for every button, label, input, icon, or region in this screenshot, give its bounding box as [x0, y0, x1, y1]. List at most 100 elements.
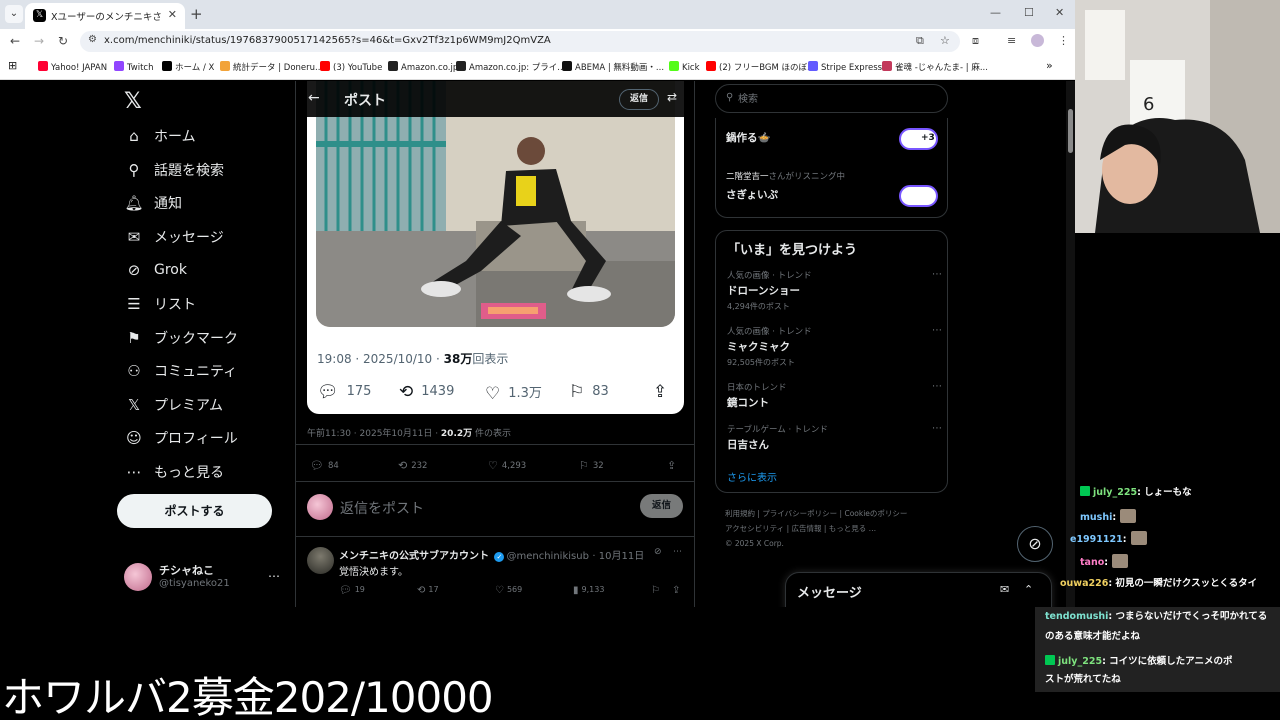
bookmark-item[interactable]: Yahoo! JAPAN: [38, 61, 107, 73]
account-avatar[interactable]: [124, 563, 152, 591]
profile-avatar-icon[interactable]: [1031, 34, 1044, 47]
window-close-button[interactable]: ✕: [1055, 6, 1064, 19]
bookmark-item[interactable]: (3) YouTube: [320, 61, 382, 73]
card-like-button[interactable]: ♡ 1.3万: [485, 382, 542, 404]
address-bar[interactable]: ⚙ x.com/menchiniki/status/19768379005171…: [80, 31, 960, 52]
post-button[interactable]: ポストする: [117, 494, 272, 528]
nav-item-premium[interactable]: 𝕏 プレミアム: [124, 390, 223, 420]
x-logo-icon[interactable]: 𝕏: [124, 89, 142, 114]
back-button[interactable]: ←: [10, 34, 20, 48]
active-tab[interactable]: 𝕏 Xユーザーのメンチニキさん:「まって ✕: [25, 3, 185, 29]
account-name[interactable]: チシャねこ: [159, 562, 214, 578]
chat-username[interactable]: tano: [1080, 557, 1104, 568]
tab-close-icon[interactable]: ✕: [168, 8, 177, 21]
reply-views-button[interactable]: ▮ 9,133: [573, 585, 604, 596]
nav-item-explore[interactable]: ⚲ 話題を検索: [124, 155, 225, 185]
footer-link[interactable]: プライバシーポリシー: [762, 509, 837, 518]
nav-item-home[interactable]: ⌂ ホーム: [124, 121, 195, 151]
space-listeners-avatars[interactable]: +3: [899, 128, 938, 150]
reply-count-button[interactable]: 💬︎ 84: [310, 459, 339, 472]
share-button[interactable]: ⇪: [667, 459, 680, 472]
nav-item-profile[interactable]: ☺ プロフィール: [124, 423, 238, 453]
footer-link[interactable]: 広告情報: [791, 524, 821, 533]
new-tab-button[interactable]: +: [190, 5, 203, 23]
messages-drawer[interactable]: メッセージ ✉ ⌃: [785, 572, 1052, 607]
new-message-icon[interactable]: ✉: [1000, 583, 1009, 596]
chat-username[interactable]: july_225: [1058, 656, 1102, 667]
nav-item-more[interactable]: ⋯ もっと見る: [124, 457, 225, 487]
card-share-button[interactable]: ⇪: [653, 382, 675, 402]
nav-item-messages[interactable]: ✉ メッセージ: [124, 222, 224, 252]
bookmark-item[interactable]: Twitch: [114, 61, 154, 73]
reply-repost-button[interactable]: ⟲ 17: [417, 585, 439, 596]
site-info-icon[interactable]: ⚙: [88, 34, 97, 45]
extensions-icon[interactable]: ⧈: [972, 34, 979, 48]
media-icon[interactable]: ≡: [1007, 34, 1016, 47]
reply-author-avatar[interactable]: [307, 547, 334, 574]
footer-link[interactable]: もっと見る …: [829, 524, 876, 533]
back-arrow-icon[interactable]: ←: [308, 90, 320, 106]
trend-item[interactable]: 人気の画像 · トレンド ドローンショー 4,294件のポスト ⋯: [727, 269, 942, 312]
bookmark-item[interactable]: 雀魂 -じゃんたま- | 麻...: [882, 61, 988, 73]
like-count-button[interactable]: ♡ 4,293: [488, 459, 526, 472]
reply-submit-button[interactable]: 返信: [640, 494, 683, 518]
install-app-icon[interactable]: ⧉: [916, 34, 924, 48]
bookmark-item[interactable]: Stripe Express: [808, 61, 882, 73]
forward-button[interactable]: →: [34, 34, 44, 48]
bookmark-item[interactable]: ABEMA | 無料動画・...: [562, 61, 664, 73]
reply-bookmark-button[interactable]: ⚐: [651, 585, 663, 596]
header-reply-button[interactable]: 返信: [619, 89, 659, 110]
quoted-post-card[interactable]: 19:08 · 2025/10/10 · 38万回表示 💬︎ 175 ⟲ 1439 …: [307, 81, 684, 414]
chat-username[interactable]: e1991121: [1070, 534, 1123, 545]
filter-icon[interactable]: ⇄: [667, 90, 677, 104]
apps-grid-icon[interactable]: ⊞: [8, 59, 17, 72]
bookmark-item[interactable]: 統計データ | Doneru...: [220, 61, 323, 73]
footer-link[interactable]: Cookieのポリシー: [844, 509, 907, 518]
bookmark-item[interactable]: Amazon.co.jp: [388, 61, 458, 73]
card-reply-button[interactable]: 💬︎ 175: [317, 382, 371, 402]
bookmark-item[interactable]: ホーム / X: [162, 61, 214, 73]
trend-more-icon[interactable]: ⋯: [932, 269, 942, 280]
trend-item[interactable]: 人気の画像 · トレンド ミャクミャク 92,505件のポスト ⋯: [727, 325, 942, 368]
bookmark-item[interactable]: (2) フリーBGM ほのぼ...: [706, 61, 815, 73]
more-bookmarks-icon[interactable]: »: [1046, 59, 1053, 72]
reply-compose-input[interactable]: 返信をポスト: [340, 498, 424, 518]
nav-item-notifications[interactable]: 🔔︎ 通知: [124, 188, 182, 218]
post-photo[interactable]: [316, 81, 675, 327]
nav-item-grok[interactable]: ⊘ Grok: [124, 255, 187, 285]
reply-like-button[interactable]: ♡ 569: [495, 585, 522, 596]
search-box[interactable]: ⚲: [715, 84, 948, 113]
trend-item[interactable]: 日本のトレンド 鏡コント ⋯: [727, 381, 942, 413]
browser-menu-icon[interactable]: ⋮: [1058, 34, 1069, 47]
show-more-link[interactable]: さらに表示: [727, 469, 777, 484]
footer-link[interactable]: 利用規約: [725, 509, 755, 518]
reply-more-icon[interactable]: ⋯: [673, 547, 682, 557]
footer-link[interactable]: © 2025 X Corp.: [725, 539, 784, 548]
bookmark-count-button[interactable]: ⚐ 32: [579, 459, 604, 472]
space-listeners-avatars[interactable]: [899, 185, 938, 207]
trend-more-icon[interactable]: ⋯: [932, 381, 942, 392]
space-title[interactable]: さぎょいぷ: [726, 187, 778, 202]
trend-more-icon[interactable]: ⋯: [932, 325, 942, 336]
tab-search-button[interactable]: ⌄: [5, 5, 23, 23]
card-repost-button[interactable]: ⟲ 1439: [399, 382, 454, 402]
bookmark-item[interactable]: Amazon.co.jp: プライ...: [456, 61, 565, 73]
trend-more-icon[interactable]: ⋯: [932, 423, 942, 434]
nav-item-communities[interactable]: ⚇ コミュニティ: [124, 356, 237, 386]
card-bookmark-button[interactable]: ⚐ 83: [569, 382, 609, 402]
account-more-icon[interactable]: ⋯: [268, 569, 280, 583]
space-title[interactable]: 鍋作る🍲: [726, 130, 771, 145]
repost-count-button[interactable]: ⟲ 232: [398, 459, 427, 472]
scrollbar-thumb[interactable]: [1068, 109, 1073, 153]
search-input[interactable]: [738, 90, 938, 108]
reply-reply-button[interactable]: 💬︎ 19: [339, 585, 365, 596]
expand-icon[interactable]: ⌃: [1024, 583, 1033, 596]
grok-small-icon[interactable]: ⊘: [654, 547, 662, 557]
bookmark-star-icon[interactable]: ☆: [940, 34, 950, 47]
nav-item-lists[interactable]: ☰ リスト: [124, 289, 196, 319]
reload-button[interactable]: ↻: [58, 34, 68, 48]
chat-username[interactable]: ouwa226: [1060, 578, 1108, 589]
nav-item-bookmarks[interactable]: ⚑ ブックマーク: [124, 323, 238, 353]
footer-link[interactable]: アクセシビリティ: [725, 524, 784, 533]
minimize-button[interactable]: —: [990, 6, 1001, 19]
